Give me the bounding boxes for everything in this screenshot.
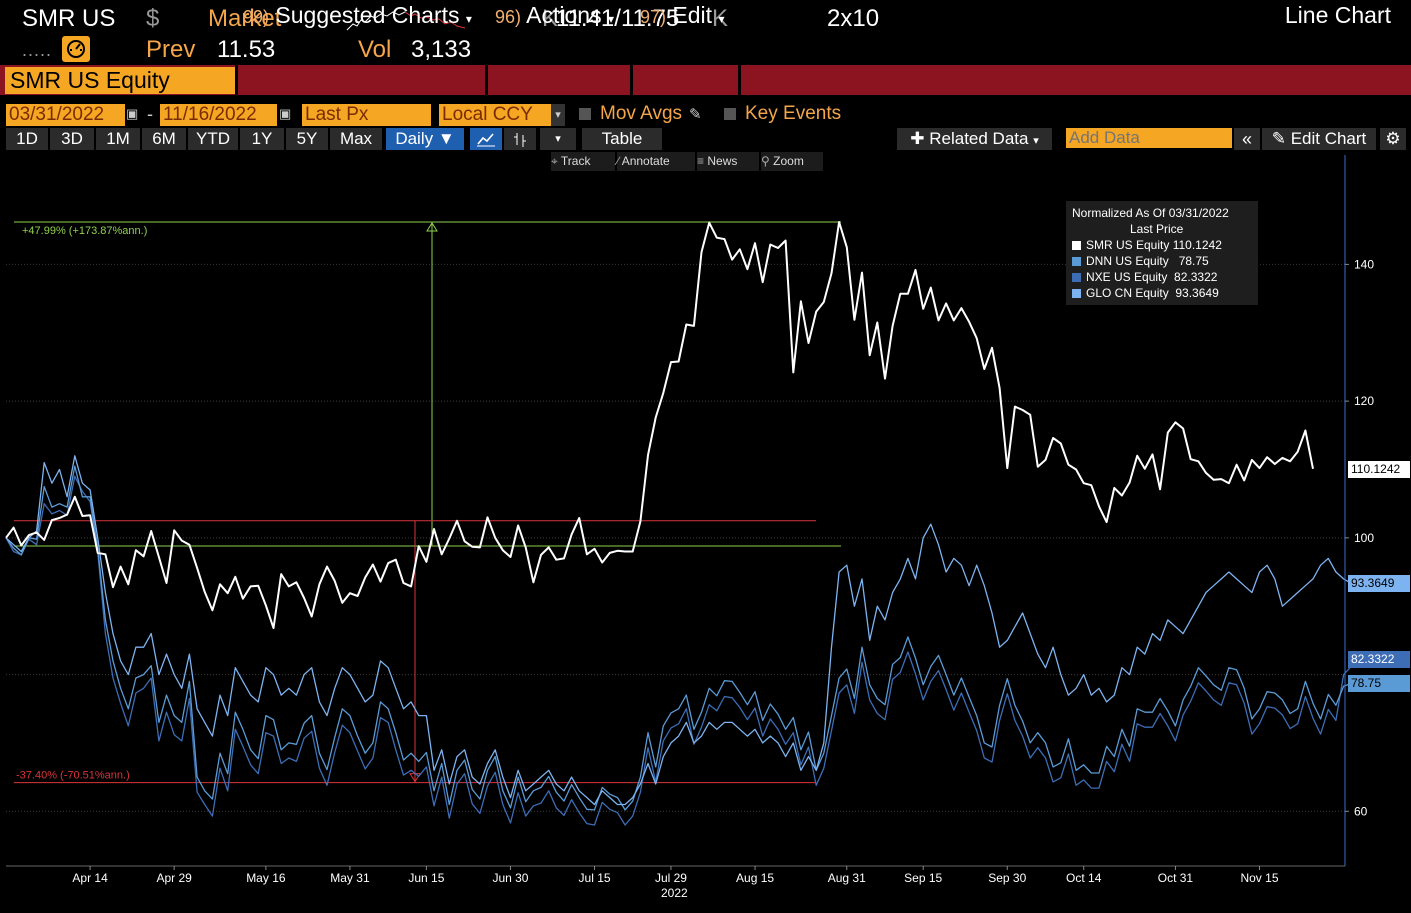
legend-swatch — [1072, 241, 1081, 250]
price-chart[interactable]: +47.99% (+173.87%ann.) -37.40% (-70.51%an… — [0, 0, 1411, 913]
x-tick-label: May 16 — [246, 871, 286, 885]
x-tick-label: Oct 31 — [1158, 871, 1194, 885]
x-tick-label: Jul 29 — [655, 871, 687, 885]
x-tick-label: Nov 15 — [1240, 871, 1278, 885]
last-value-tag: 93.3649 — [1348, 575, 1410, 593]
y-tick-label: 120 — [1354, 394, 1374, 408]
series-line-glo — [5, 455, 1352, 806]
y-tick-label: 100 — [1354, 531, 1374, 545]
x-tick-label: Oct 14 — [1066, 871, 1102, 885]
x-tick-label: Aug 15 — [736, 871, 774, 885]
legend-swatch — [1072, 289, 1081, 298]
x-axis-year: 2022 — [661, 886, 688, 900]
legend-swatch — [1072, 273, 1081, 282]
legend-entry[interactable]: SMR US Equity 110.1242 — [1072, 237, 1222, 253]
last-value-tag: 78.75 — [1348, 675, 1410, 693]
chart-legend: Normalized As Of 03/31/2022 Last Price S… — [1066, 201, 1258, 305]
legend-entry[interactable]: DNN US Equity 78.75 — [1072, 253, 1209, 269]
x-tick-label: Sep 30 — [988, 871, 1026, 885]
x-tick-label: Apr 29 — [156, 871, 192, 885]
x-tick-label: Jul 15 — [579, 871, 611, 885]
legend-subtitle: Last Price — [1130, 222, 1184, 236]
y-tick-label: 60 — [1354, 804, 1368, 818]
last-value-tag: 110.1242 — [1348, 460, 1410, 478]
x-tick-label: Apr 14 — [72, 871, 108, 885]
x-tick-label: Jun 30 — [492, 871, 528, 885]
series-line-nxe — [5, 475, 1360, 826]
legend-entry[interactable]: NXE US Equity 82.3322 — [1072, 269, 1217, 285]
annotation-label: -37.40% (-70.51%ann.) — [16, 770, 130, 782]
x-tick-label: Aug 31 — [828, 871, 866, 885]
x-tick-label: May 31 — [330, 871, 370, 885]
x-tick-label: Jun 15 — [408, 871, 444, 885]
legend-entry[interactable]: GLO CN Equity 93.3649 — [1072, 285, 1219, 301]
last-value-tag: 82.3322 — [1348, 650, 1410, 668]
series-line-dnn — [5, 465, 1359, 811]
x-tick-label: Sep 15 — [904, 871, 942, 885]
legend-title: Normalized As Of 03/31/2022 — [1072, 206, 1229, 220]
annotation-label: +47.99% (+173.87%ann.) — [22, 225, 147, 237]
legend-swatch — [1072, 257, 1081, 266]
y-tick-label: 140 — [1354, 257, 1374, 271]
